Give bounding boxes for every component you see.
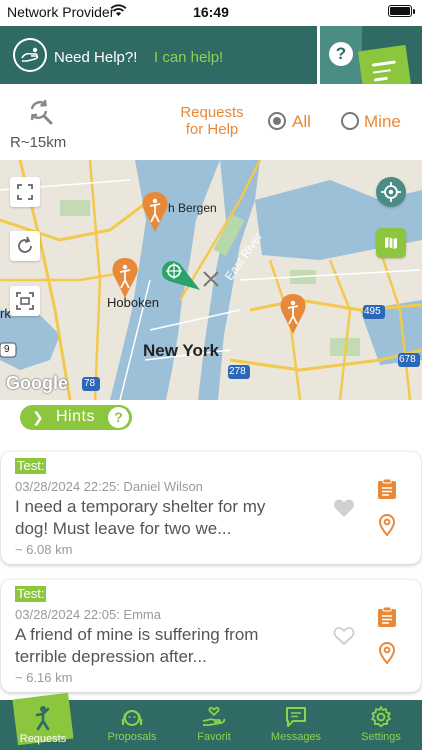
- battery-icon: [388, 5, 412, 17]
- question-icon: ?: [329, 42, 353, 66]
- radio-all-label[interactable]: All: [292, 112, 311, 132]
- map-view[interactable]: h Bergen Hoboken New York East River rk …: [0, 160, 422, 400]
- tab-proposals[interactable]: Proposals: [96, 700, 168, 750]
- tab-messages[interactable]: Messages: [260, 700, 332, 750]
- hints-toggle[interactable]: ❯ Hints ?: [20, 405, 132, 430]
- gear-icon: [371, 706, 391, 728]
- radio-mine[interactable]: [341, 112, 359, 130]
- location-pin-icon[interactable]: [378, 514, 396, 536]
- google-logo: Google: [6, 373, 68, 393]
- fit-bounds-button[interactable]: [10, 286, 40, 316]
- favorite-heart-icon[interactable]: [333, 498, 355, 518]
- location-pin-icon[interactable]: [378, 642, 396, 664]
- help-button[interactable]: ?: [320, 26, 362, 84]
- route-shield-278: 278: [229, 366, 246, 377]
- hand-heart-icon: [202, 706, 226, 726]
- expand-map-button[interactable]: [10, 177, 40, 207]
- clipboard-icon[interactable]: [377, 606, 397, 628]
- expand-icon: [17, 184, 33, 200]
- radius-label[interactable]: R~15km: [10, 134, 66, 151]
- tab-favorit[interactable]: Favorit: [183, 700, 245, 750]
- can-help-link[interactable]: I can help!: [154, 49, 223, 66]
- request-tag: Test:: [15, 458, 47, 474]
- tab-favorit-label: Favorit: [197, 731, 231, 743]
- crosshair-icon: [381, 182, 401, 202]
- request-marker[interactable]: [280, 294, 306, 334]
- route-shield-78: 78: [84, 378, 96, 389]
- radio-mine-label[interactable]: Mine: [364, 112, 401, 132]
- request-card[interactable]: Test: 03/28/2024 22:25: Daniel Wilson I …: [1, 452, 421, 564]
- request-body: A friend of mine is suffering from terri…: [15, 625, 259, 666]
- chevron-right-icon: ❯: [32, 409, 44, 425]
- requests-filter-label: Requests for Help: [180, 104, 244, 138]
- hints-label: Hints: [56, 408, 95, 425]
- tab-proposals-label: Proposals: [107, 731, 157, 743]
- helper-face-icon: [121, 710, 143, 726]
- helping-hands-icon: [13, 38, 47, 72]
- request-distance: ~ 6.08 km: [15, 542, 73, 557]
- request-meta: 03/28/2024 22:05: Emma: [15, 607, 161, 622]
- favorite-heart-outline-icon[interactable]: [333, 626, 355, 646]
- route-shield-678: 678: [399, 354, 416, 365]
- tab-requests[interactable]: Requests: [10, 692, 76, 750]
- tab-settings[interactable]: Settings: [348, 700, 414, 750]
- reload-map-button[interactable]: [10, 231, 40, 261]
- map-canvas: [0, 160, 422, 400]
- need-help-link[interactable]: Need Help?!: [54, 49, 137, 66]
- request-marker[interactable]: [112, 258, 138, 298]
- tab-messages-label: Messages: [270, 731, 322, 743]
- clipboard-icon[interactable]: [377, 478, 397, 500]
- bottom-navigation: Requests Proposals Favorit Messages Sett…: [0, 692, 422, 750]
- chat-bubble-icon: [286, 707, 306, 727]
- app-header: Need Help?! I can help! ?: [0, 26, 422, 100]
- tab-requests-label: Requests: [19, 733, 67, 745]
- map-type-button[interactable]: [376, 228, 406, 258]
- clock: 16:49: [193, 4, 229, 20]
- frame-icon: [16, 292, 34, 310]
- route-shield-495: 495: [364, 306, 381, 317]
- person-raising-hand-icon: [35, 706, 50, 731]
- radio-all[interactable]: [268, 112, 286, 130]
- request-distance: ~ 6.16 km: [15, 670, 73, 685]
- map-label-new-york: New York: [143, 341, 219, 360]
- request-card[interactable]: Test: 03/28/2024 22:05: Emma A friend of…: [1, 580, 421, 692]
- filter-bar: R~15km Requests for Help All Mine: [0, 84, 422, 160]
- request-body: I need a temporary shelter for my dog! M…: [15, 497, 266, 538]
- map-label-hoboken: Hoboken: [107, 295, 160, 310]
- reload-icon: [18, 236, 32, 253]
- status-bar: Network Provider 16:49: [0, 0, 422, 26]
- tab-settings-label: Settings: [361, 731, 401, 743]
- route-shield-9: 9: [4, 344, 10, 355]
- map-icon: [385, 237, 397, 249]
- menu-icon: [371, 60, 399, 86]
- request-tag: Test:: [15, 586, 47, 602]
- my-location-button[interactable]: [376, 177, 406, 207]
- search-refresh-icon[interactable]: [26, 98, 54, 126]
- map-label-north-bergen: h Bergen: [168, 201, 217, 215]
- request-meta: 03/28/2024 22:25: Daniel Wilson: [15, 479, 203, 494]
- question-icon: ?: [108, 407, 129, 428]
